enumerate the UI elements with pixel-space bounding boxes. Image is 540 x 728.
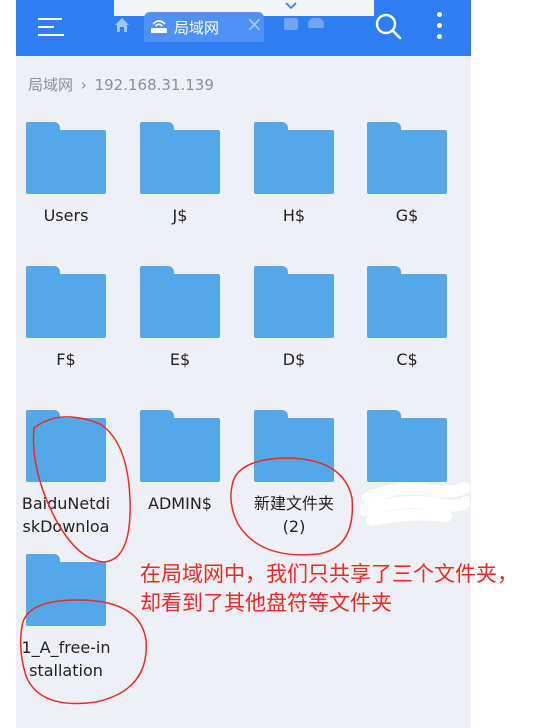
folder-icon bbox=[254, 410, 334, 482]
folder-label: 1_A_free-installation bbox=[21, 638, 111, 680]
folder-icon bbox=[367, 122, 447, 194]
folder-icon bbox=[26, 266, 106, 338]
folder-icon bbox=[26, 122, 106, 194]
folder-icon bbox=[140, 266, 220, 338]
folder-label: C$ bbox=[396, 350, 418, 369]
file-manager-screen: 局域网 × 局域网 › 192.168.31.139 Users J$ H$ G… bbox=[16, 0, 471, 728]
more-options-icon[interactable] bbox=[436, 12, 444, 42]
folder-icon bbox=[254, 266, 334, 338]
folder-icon bbox=[367, 266, 447, 338]
cloud-tab-icon[interactable] bbox=[308, 18, 324, 28]
folder-label: Users bbox=[43, 206, 89, 225]
folder-label: 新建文件夹 (2) bbox=[253, 494, 334, 536]
close-tab-icon[interactable]: × bbox=[246, 14, 263, 34]
folder-label: ADMIN$ bbox=[148, 494, 212, 513]
top-toolbar: 局域网 × bbox=[16, 0, 471, 56]
home-icon[interactable] bbox=[114, 17, 130, 33]
search-icon[interactable] bbox=[373, 11, 403, 41]
breadcrumb: 局域网 › 192.168.31.139 bbox=[28, 74, 214, 95]
folder-icon bbox=[140, 122, 220, 194]
folder-icon bbox=[367, 410, 447, 482]
folder-label: F$ bbox=[56, 350, 76, 369]
chevron-down-icon[interactable] bbox=[284, 2, 298, 10]
folder-icon bbox=[140, 410, 220, 482]
folder-label: J$ bbox=[172, 206, 188, 225]
folder-label: D$ bbox=[282, 350, 306, 369]
folder-icon bbox=[26, 410, 106, 482]
folder-icon bbox=[26, 554, 106, 626]
tab-faded-icon[interactable] bbox=[284, 18, 298, 30]
folder-label: E$ bbox=[169, 350, 191, 369]
annotation-note: 在局域网中，我们只共享了三个文件夹，却看到了其他盘符等文件夹 bbox=[140, 562, 518, 615]
breadcrumb-root[interactable]: 局域网 bbox=[28, 76, 73, 94]
redaction-scribble bbox=[360, 482, 470, 526]
breadcrumb-separator: › bbox=[80, 76, 87, 94]
tab-label: 局域网 bbox=[174, 19, 220, 37]
menu-icon[interactable] bbox=[38, 16, 64, 38]
folder-label: G$ bbox=[395, 206, 419, 225]
folder-label: BaiduNetdiskDownloa bbox=[21, 494, 111, 536]
network-drive-icon bbox=[151, 20, 167, 33]
breadcrumb-current[interactable]: 192.168.31.139 bbox=[95, 76, 214, 94]
folder-label: H$ bbox=[282, 206, 306, 225]
folder-icon bbox=[254, 122, 334, 194]
